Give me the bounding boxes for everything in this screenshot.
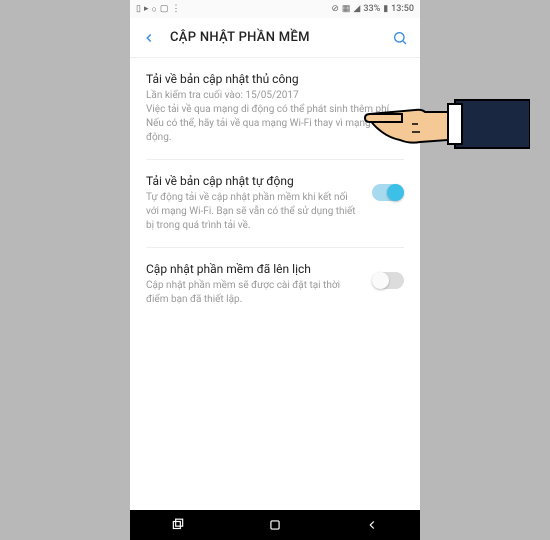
notification-icon: ○ [151,4,156,15]
app-header: CẬP NHẬT PHẦN MỀM [130,18,420,58]
signal-icon: ◢ [353,4,360,14]
nav-back-button[interactable] [347,510,397,540]
toggle-knob [372,272,389,289]
manual-update-item[interactable]: Tải về bản cập nhật thủ công Lần kiểm tr… [146,72,404,160]
scheduled-update-title: Cập nhật phần mềm đã lên lịch [146,262,362,276]
back-button[interactable] [142,31,156,45]
notification-icon: ⋮ [171,4,180,14]
navigation-bar [130,510,420,540]
home-button[interactable] [250,510,300,540]
settings-content: Tải về bản cập nhật thủ công Lần kiểm tr… [130,58,420,510]
battery-percent: 33% [363,4,380,14]
status-right-icons: ⊘ ▦ ◢ 33% ▮ 13:50 [331,4,414,14]
auto-update-title: Tải về bản cập nhật tự động [146,174,362,188]
recent-apps-button[interactable] [153,510,203,540]
battery-icon: ▮ [383,4,388,14]
scheduled-update-desc: Cập nhật phần mềm sẽ được cài đặt tại th… [146,279,362,307]
scheduled-update-toggle[interactable] [372,272,404,289]
vibrate-icon: ▦ [342,4,351,14]
manual-update-desc: Lần kiểm tra cuối vào: 15/05/2017 Việc t… [146,89,404,145]
auto-update-item: Tải về bản cập nhật tự động Tự động tải … [146,174,404,248]
alarm-icon: ⊘ [331,4,339,14]
search-button[interactable] [392,30,408,46]
manual-update-title: Tải về bản cập nhật thủ công [146,72,404,86]
auto-update-toggle[interactable] [372,184,404,201]
toggle-knob [387,184,404,201]
status-bar: ▯ ▸ ○ ▢ ⋮ ⊘ ▦ ◢ 33% ▮ 13:50 [130,0,420,18]
notification-icon: ▢ [160,4,169,14]
notification-icon: ▯ [136,4,141,14]
status-left-icons: ▯ ▸ ○ ▢ ⋮ [136,4,180,15]
page-title: CẬP NHẬT PHẦN MỀM [170,30,378,45]
clock: 13:50 [391,4,414,14]
phone-screen: ▯ ▸ ○ ▢ ⋮ ⊘ ▦ ◢ 33% ▮ 13:50 CẬP NHẬT PHẦ… [130,0,420,540]
notification-icon: ▸ [144,4,149,14]
auto-update-desc: Tự động tải về cập nhật phần mềm khi kết… [146,191,362,233]
scheduled-update-item: Cập nhật phần mềm đã lên lịch Cập nhật p… [146,262,404,321]
